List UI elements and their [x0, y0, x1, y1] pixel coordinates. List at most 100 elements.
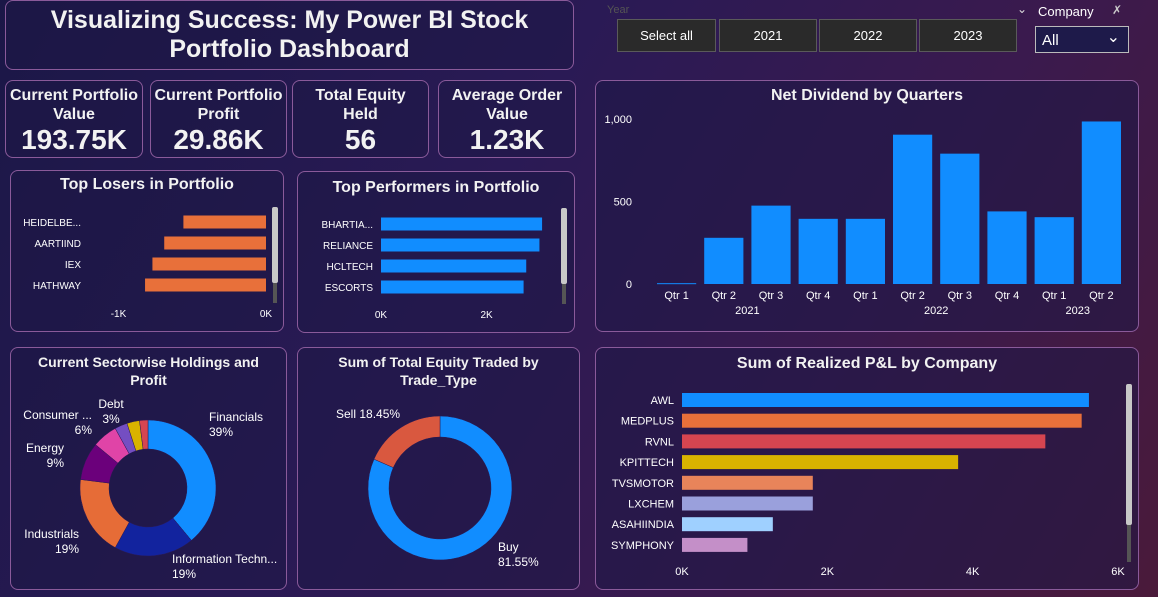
bar	[1034, 217, 1074, 284]
category-label: IEX	[65, 260, 81, 271]
kpi-portfolio-profit: Current Portfolio Profit 29.86K	[150, 80, 287, 158]
category-label: HCLTECH	[327, 262, 373, 273]
bar	[987, 211, 1027, 284]
bar	[145, 278, 266, 292]
x-tick-label: -1K	[111, 309, 127, 320]
kpi-value: 193.75K	[21, 124, 127, 155]
bar	[682, 517, 773, 532]
page-title: Visualizing Success: My Power BI Stock P…	[50, 6, 529, 63]
kpi-value: 29.86K	[173, 124, 264, 155]
bar	[164, 236, 266, 250]
x-tick-label: Qtr 3	[948, 290, 972, 302]
slice-label: 39%	[209, 425, 233, 439]
company-eraser-icon[interactable]: ✗	[1112, 3, 1122, 17]
x-tick-label: Qtr 2	[900, 290, 924, 302]
category-label: RVNL	[645, 436, 674, 448]
slice-label: 9%	[47, 456, 65, 470]
category-label: RELIANCE	[323, 241, 373, 252]
y-tick-label: 1,000	[604, 114, 632, 126]
realized-chart-card: Sum of Realized P&L by Company AWL MEDPLU…	[595, 347, 1139, 590]
company-dropdown[interactable]: All ⌄	[1035, 26, 1129, 53]
bar	[940, 153, 980, 284]
slice-label: 19%	[55, 542, 79, 556]
kpi-label: Average Order Value	[451, 87, 563, 123]
kpi-portfolio-value: Current Portfolio Value 193.75K	[5, 80, 143, 158]
bar	[657, 283, 697, 285]
bar	[381, 259, 527, 273]
company-dropdown-value: All	[1042, 32, 1059, 49]
y-tick-label: 500	[614, 197, 632, 209]
x-tick-label: Qtr 2	[712, 290, 736, 302]
category-label: HATHWAY	[33, 281, 81, 292]
title-card: Visualizing Success: My Power BI Stock P…	[5, 0, 574, 70]
slice-label: 19%	[172, 567, 196, 581]
category-label: ASAHIINDIA	[612, 519, 675, 531]
kpi-label: Current Portfolio Value	[10, 87, 138, 123]
slice-label: 3%	[102, 412, 120, 426]
realized-chart: AWL MEDPLUS RVNL KPITTECH TVSMOTOR LXCHEM ASAH…	[611, 393, 1125, 578]
slice-label: Sell 18.45%	[336, 407, 400, 421]
bar	[682, 455, 959, 470]
kpi-total-equity: Total Equity Held 56	[292, 80, 429, 158]
kpi-value: 1.23K	[469, 124, 545, 155]
slice-label: Buy	[498, 540, 519, 554]
slice-label: Consumer ...	[23, 408, 92, 422]
losers-scrollbar[interactable]	[272, 207, 278, 283]
bar	[893, 134, 933, 284]
bar	[682, 434, 1046, 449]
tradetype-chart: Sell 18.45% Buy81.55%	[336, 407, 539, 569]
slice-label: Information Techn...	[172, 552, 277, 566]
performers-chart: BHARTIA... RELIANCE HCLTECH ESCORTS 0K 2K	[322, 217, 543, 321]
year-select-all-button[interactable]: Select all	[617, 19, 716, 52]
x-tick-label: 0K	[260, 309, 273, 320]
category-label: BHARTIA...	[322, 220, 374, 231]
chevron-down-icon: ⌄	[1106, 29, 1120, 46]
bar	[152, 257, 266, 271]
losers-chart-card: Top Losers in Portfolio HEIDELBE... AARTI…	[10, 170, 284, 332]
bar	[682, 393, 1089, 407]
bar	[704, 237, 744, 284]
category-label: MEDPLUS	[621, 416, 674, 428]
y-tick-label: 0	[626, 279, 632, 291]
x-tick-label: Qtr 2	[1089, 290, 1113, 302]
bar	[682, 413, 1082, 428]
x-tick-label: Qtr 1	[1042, 290, 1066, 302]
x-tick-label: Qtr 4	[806, 290, 830, 302]
category-label: ESCORTS	[325, 283, 373, 294]
bar	[682, 537, 748, 552]
bar	[751, 205, 791, 284]
year-2023-button[interactable]: 2023	[919, 19, 1017, 52]
bar	[798, 218, 838, 284]
bar	[381, 238, 540, 252]
slice-label: Energy	[26, 441, 64, 455]
slice-label: Industrials	[24, 527, 79, 541]
slice-label: 6%	[75, 423, 93, 437]
year-2021-button[interactable]: 2021	[719, 19, 817, 52]
sector-chart: Financials39%Information Techn...19%Indu…	[23, 397, 277, 581]
x-tick-label: 6K	[1111, 566, 1125, 578]
tradetype-chart-card: Sum of Total Equity Traded by Trade_Type…	[297, 347, 580, 590]
x-tick-label: 2K	[481, 310, 494, 321]
bar	[183, 215, 266, 229]
x-tick-label: Qtr 1	[664, 290, 688, 302]
losers-chart: HEIDELBE... AARTIIND IEX HATHWAY -1K 0K	[23, 215, 273, 320]
category-label: SYMPHONY	[611, 540, 675, 552]
kpi-value: 56	[344, 124, 377, 155]
performers-scrollbar[interactable]	[561, 208, 567, 284]
bar	[682, 475, 813, 490]
year-2022-button[interactable]: 2022	[819, 19, 917, 52]
slice-label: Financials	[209, 410, 263, 424]
donut-slice	[147, 419, 217, 541]
company-expand-icon[interactable]: ⌄	[1017, 2, 1027, 16]
kpi-average-order: Average Order Value 1.23K	[438, 80, 576, 158]
category-label: AWL	[651, 395, 674, 407]
slice-label: Debt	[98, 397, 124, 411]
performers-chart-card: Top Performers in Portfolio BHARTIA... RE…	[297, 171, 575, 333]
x-group-label: 2022	[924, 305, 948, 317]
donut-slice	[373, 415, 441, 468]
category-label: AARTIIND	[35, 239, 82, 250]
category-label: KPITTECH	[620, 457, 674, 469]
realized-scrollbar[interactable]	[1126, 384, 1132, 525]
x-tick-label: Qtr 4	[995, 290, 1019, 302]
x-tick-label: 4K	[966, 566, 980, 578]
